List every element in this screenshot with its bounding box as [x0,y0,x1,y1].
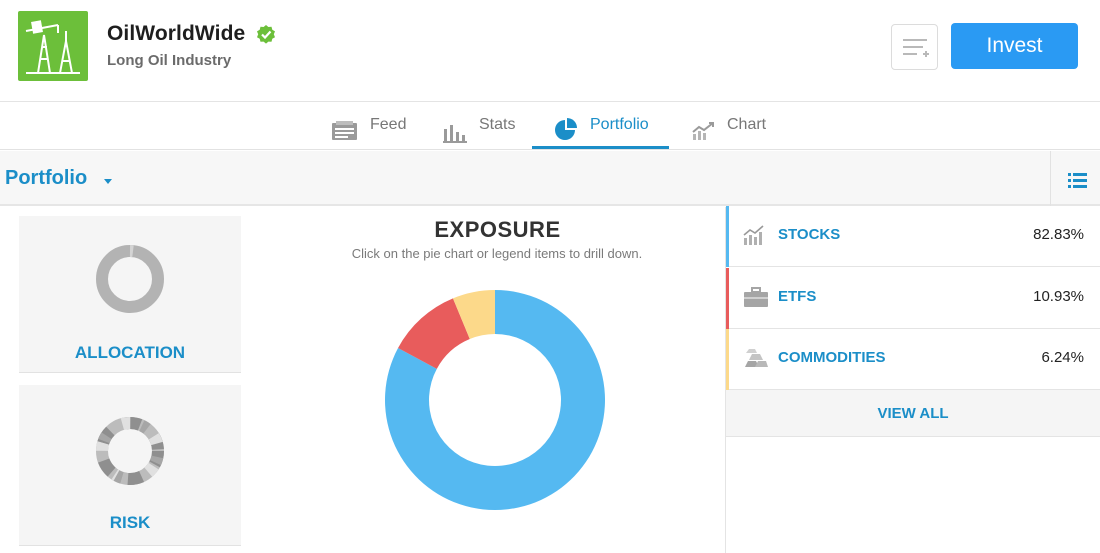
legend-value: 10.93% [1033,288,1084,305]
gold-bars-icon [743,347,769,374]
legend-label: COMMODITIES [778,349,886,366]
tab-portfolio[interactable]: Portfolio [554,102,669,150]
exposure-title: EXPOSURE [434,217,561,242]
view-all-button[interactable]: VIEW ALL [726,390,1100,437]
legend-value: 6.24% [1041,349,1084,366]
allocation-donut-icon [96,245,164,313]
chevron-down-icon[interactable] [104,179,112,184]
active-tab-indicator [532,146,669,149]
header: OilWorldWide Long Oil Industry Invest [0,0,1100,102]
list-view-button[interactable] [1050,151,1100,206]
legend-label: STOCKS [778,226,841,243]
risk-card[interactable]: RISK [19,385,241,546]
legend-row-etfs[interactable]: ETFS 10.93% [726,268,1100,329]
invest-button[interactable]: Invest [951,23,1078,69]
briefcase-icon [743,286,769,313]
tab-feed-label: Feed [370,116,407,133]
risk-label: RISK [109,513,151,532]
oil-pump-logo [18,11,88,81]
add-to-watchlist-button[interactable] [891,24,938,70]
legend-row-commodities[interactable]: COMMODITIES 6.24% [726,329,1100,390]
allocation-label: ALLOCATION [74,343,186,362]
legend-value: 82.83% [1033,226,1084,243]
list-icon [1068,173,1087,188]
portfolio-section-bar: Portfolio [0,151,1100,206]
legend-row-stocks[interactable]: STOCKS 82.83% [726,206,1100,267]
legend-label: ETFS [778,288,817,305]
risk-donut-icon [96,417,164,485]
portfolio-dropdown[interactable]: Portfolio [5,167,87,190]
tab-feed[interactable]: Feed [331,102,441,150]
exposure-donut-chart[interactable] [385,290,605,510]
legend-color-bar [726,268,729,329]
legend-color-bar [726,206,729,267]
tab-stats-label: Stats [479,116,516,133]
tab-portfolio-label: Portfolio [590,116,649,133]
legend-color-bar [726,329,729,390]
tab-chart[interactable]: Chart [692,102,782,150]
tab-stats[interactable]: Stats [443,102,533,150]
tab-chart-label: Chart [727,116,767,133]
allocation-card[interactable]: ALLOCATION [19,216,241,373]
list-add-icon [903,39,929,57]
subtitle: Long Oil Industry [107,52,232,69]
exposure-subtitle: Click on the pie chart or legend items t… [351,246,643,261]
tab-bar: Feed Stats Portfolio Chart [0,102,1100,150]
verified-check-icon [256,24,276,44]
app-title: OilWorldWide [107,22,246,45]
stocks-chart-icon [743,224,765,251]
